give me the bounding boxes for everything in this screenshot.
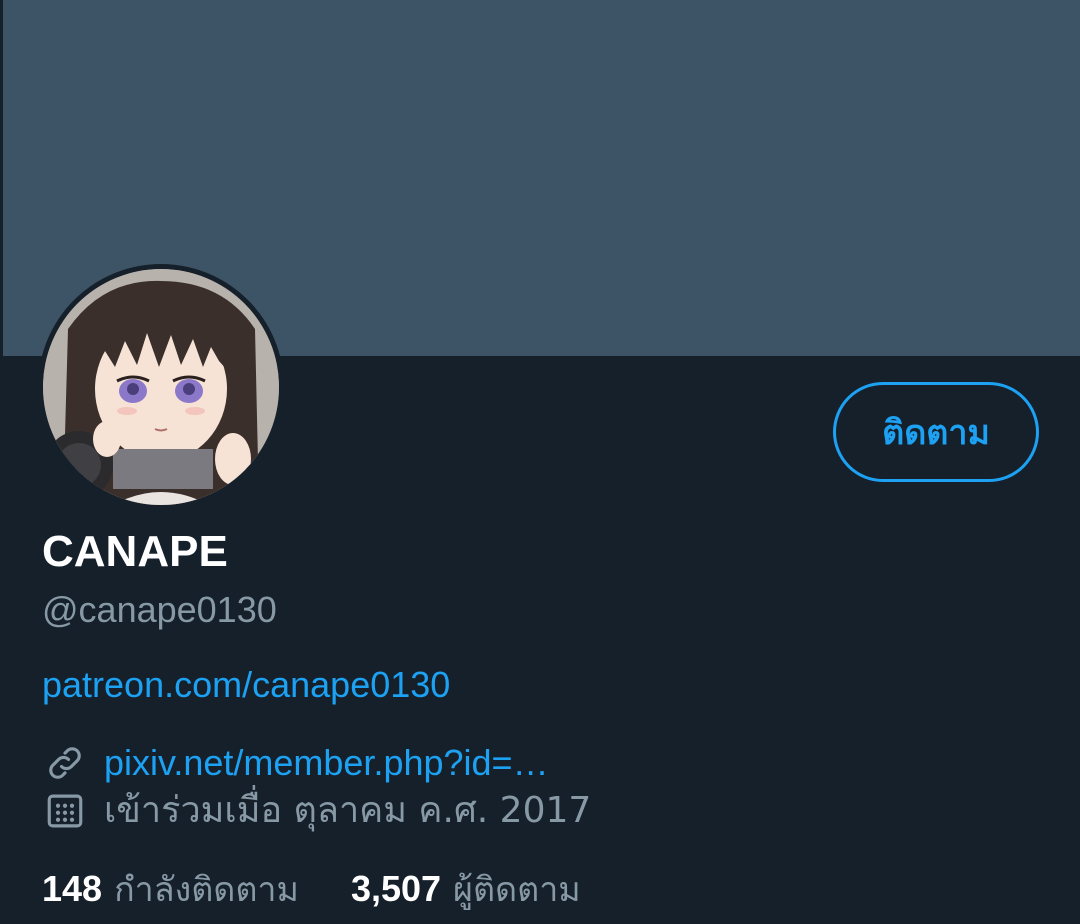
- joined-row: เข้าร่วมเมื่อ ตุลาคม ค.ศ. 2017: [42, 786, 591, 836]
- bio-link[interactable]: patreon.com/canape0130: [42, 663, 450, 707]
- following-stat[interactable]: 148 กำลังติดตาม: [42, 862, 299, 916]
- avatar-image: [43, 269, 279, 505]
- link-icon: [42, 740, 88, 786]
- follow-stats: 148 กำลังติดตาม 3,507 ผู้ติดตาม: [42, 862, 633, 912]
- followers-count: 3,507: [350, 868, 442, 909]
- followers-stat[interactable]: 3,507 ผู้ติดตาม: [351, 862, 581, 916]
- profile-page: ติดตาม CANAPE @canape0130 patreon.com/ca…: [0, 0, 1080, 924]
- avatar[interactable]: [38, 264, 284, 510]
- following-count: 148: [42, 868, 103, 909]
- following-label: กำลังติดตาม: [114, 870, 299, 910]
- website-link[interactable]: pixiv.net/member.php?id=…: [104, 741, 549, 785]
- website-row[interactable]: pixiv.net/member.php?id=…: [42, 738, 549, 788]
- joined-date: เข้าร่วมเมื่อ ตุลาคม ค.ศ. 2017: [104, 790, 592, 831]
- username-handle: @canape0130: [42, 589, 277, 630]
- follow-button[interactable]: ติดตาม: [833, 382, 1039, 482]
- followers-label: ผู้ติดตาม: [453, 870, 581, 910]
- display-name: CANAPE: [42, 527, 228, 576]
- calendar-icon: [42, 788, 88, 834]
